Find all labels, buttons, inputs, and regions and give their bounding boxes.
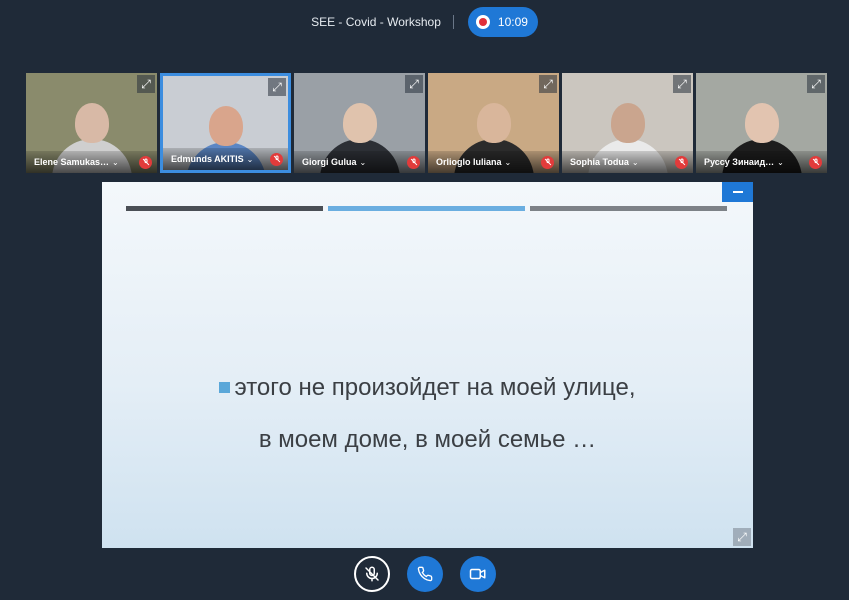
participant-name[interactable]: Руссу Зинаид… (704, 157, 774, 167)
participant-name-bar: Edmunds AKITIS ⌄ (163, 148, 288, 170)
participant-video-head (744, 103, 779, 143)
slide-line-1: этого не произойдет на моей улице, (234, 374, 636, 401)
recording-time: 10:09 (497, 15, 528, 29)
participant-name[interactable]: Elene Samukas… (34, 157, 109, 167)
chevron-down-icon[interactable]: ⌄ (505, 158, 512, 167)
participant-tile[interactable]: ⤢ Elene Samukas… ⌄ (26, 73, 157, 173)
expand-icon[interactable]: ⤢ (807, 75, 825, 93)
participant-name[interactable]: Edmunds AKITIS (171, 154, 244, 164)
participant-name-bar: Elene Samukas… ⌄ (26, 151, 157, 173)
participant-video-head (208, 106, 243, 146)
participant-strip: ⤢ Elene Samukas… ⌄ ⤢ Edmunds AKITIS ⌄ ⤢ Giorgi … (26, 73, 828, 173)
participant-video-head (74, 103, 109, 143)
expand-icon[interactable]: ⤢ (673, 75, 691, 93)
mute-microphone-button[interactable] (353, 556, 390, 592)
video-camera-icon (469, 568, 485, 580)
expand-icon[interactable]: ⤢ (405, 75, 423, 93)
participant-tile[interactable]: ⤢ Edmunds AKITIS ⌄ (160, 73, 291, 173)
leave-call-button[interactable] (406, 556, 443, 592)
participant-tile[interactable]: ⤢ Руссу Зинаид… ⌄ (696, 73, 827, 173)
mic-off-icon (675, 155, 688, 169)
meeting-title: SEE - Covid - Workshop (311, 15, 441, 29)
slide-content: этого не произойдет на моей улице, в мое… (102, 362, 753, 466)
participant-name-bar: Giorgi Gulua ⌄ (294, 151, 425, 173)
top-bar: SEE - Covid - Workshop 10:09 (0, 0, 849, 44)
divider (452, 15, 454, 29)
chevron-down-icon[interactable]: ⌄ (247, 155, 254, 164)
phone-icon (417, 566, 432, 582)
participant-name-bar: Sophia Todua ⌄ (562, 151, 693, 173)
slide-line-2: в моем доме, в моей семье … (258, 426, 597, 453)
expand-icon[interactable]: ⤢ (539, 75, 557, 93)
chevron-down-icon[interactable]: ⌄ (360, 158, 367, 167)
chevron-down-icon[interactable]: ⌄ (112, 158, 119, 167)
slide-progress-segment (530, 206, 727, 211)
slide-progress (126, 206, 727, 211)
participant-name[interactable]: Orlioglo Iuliana (436, 157, 502, 167)
participant-name-bar: Orlioglo Iuliana ⌄ (428, 151, 559, 173)
mic-off-icon (407, 155, 420, 169)
chevron-down-icon[interactable]: ⌄ (632, 158, 639, 167)
expand-icon[interactable]: ⤢ (137, 75, 155, 93)
call-controls (0, 556, 849, 594)
chevron-down-icon[interactable]: ⌄ (777, 158, 784, 167)
slide-progress-segment (328, 206, 525, 211)
bullet-icon (219, 382, 231, 393)
participant-video-head (342, 103, 377, 143)
mic-off-icon (809, 155, 822, 169)
participant-name-bar: Руссу Зинаид… ⌄ (696, 151, 827, 173)
mic-off-icon (541, 155, 554, 169)
mic-off-icon (364, 566, 379, 582)
fullscreen-icon[interactable]: ⤢ (733, 528, 751, 546)
recording-button[interactable]: 10:09 (467, 7, 538, 37)
participant-tile[interactable]: ⤢ Giorgi Gulua ⌄ (294, 73, 425, 173)
slide-progress-segment (126, 206, 323, 211)
presentation-slide: этого не произойдет на моей улице, в мое… (102, 182, 753, 548)
participant-video-head (476, 103, 511, 143)
participant-video-head (610, 103, 645, 143)
minimize-presentation-button[interactable] (722, 182, 753, 202)
mic-off-icon (139, 155, 152, 169)
participant-name[interactable]: Giorgi Gulua (302, 157, 357, 167)
participant-tile[interactable]: ⤢ Orlioglo Iuliana ⌄ (428, 73, 559, 173)
participant-tile[interactable]: ⤢ Sophia Todua ⌄ (562, 73, 693, 173)
share-webcam-button[interactable] (459, 556, 496, 592)
participant-name[interactable]: Sophia Todua (570, 157, 629, 167)
record-icon (475, 15, 490, 29)
mic-off-icon (270, 152, 283, 166)
expand-icon[interactable]: ⤢ (268, 78, 286, 96)
